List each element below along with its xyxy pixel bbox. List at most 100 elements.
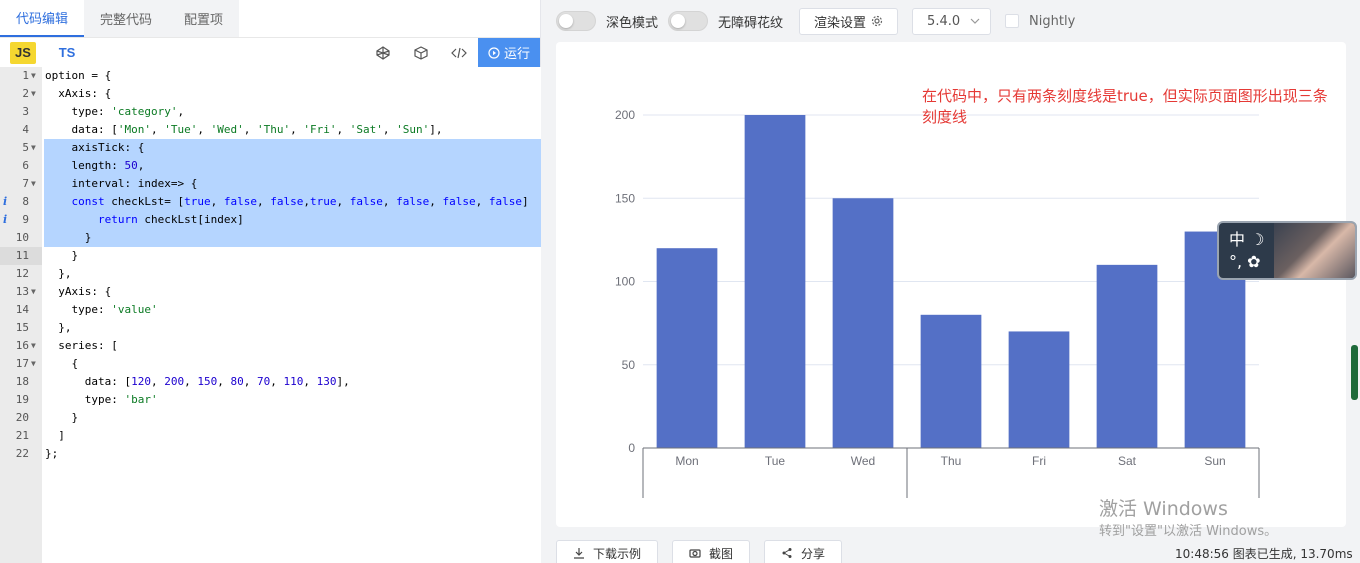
run-button[interactable]: 运行 — [478, 38, 540, 67]
preview-toolbar: 深色模式 无障碍花纹 渲染设置 5.4.0 Nightly — [542, 0, 1360, 42]
tab-options[interactable]: 配置项 — [168, 0, 240, 37]
share-label: 分享 — [801, 546, 826, 561]
share-button[interactable]: 分享 — [764, 540, 843, 563]
info-icon[interactable]: i — [3, 211, 7, 229]
code-text: }; — [45, 447, 59, 460]
code-text: } — [45, 231, 92, 244]
fold-arrow-icon[interactable]: ▼ — [31, 67, 36, 85]
watermark-line-1: 激活 Windows — [1099, 498, 1228, 520]
code-text: yAxis: { — [45, 285, 112, 298]
fold-arrow-icon[interactable]: ▼ — [31, 283, 36, 301]
code-text: option = { — [45, 69, 112, 82]
code-line[interactable]: 19 type: 'bar' — [0, 391, 541, 409]
code-line[interactable]: 6 length: 50, — [0, 157, 541, 175]
bar-tue — [744, 115, 806, 448]
code-line[interactable]: 13 ▼ yAxis: { — [0, 283, 541, 301]
code-text: }, — [45, 267, 72, 280]
ime-line-2: °, ✿ — [1229, 252, 1261, 271]
fold-arrow-icon[interactable]: ▼ — [31, 337, 36, 355]
watermark-line-2: 转到"设置"以激活 Windows。 — [1099, 524, 1278, 539]
line-number: 2 — [22, 87, 29, 100]
screenshot-button[interactable]: 截图 — [672, 540, 751, 563]
bar-fri — [1008, 331, 1070, 448]
chevron-down-icon — [970, 18, 980, 24]
code-line[interactable]: 12 }, — [0, 265, 541, 283]
code-line[interactable]: 17 ▼ { — [0, 355, 541, 373]
play-icon — [488, 46, 500, 59]
code-line[interactable]: 7 ▼ interval: index=> { — [0, 175, 541, 193]
code-line[interactable]: 8i const checkLst= [true, false, false,t… — [0, 193, 541, 211]
code-line[interactable]: 18 data: [120, 200, 150, 80, 70, 110, 13… — [0, 373, 541, 391]
info-icon[interactable]: i — [3, 193, 7, 211]
code-editor[interactable]: 1 ▼ option = {2 ▼ xAxis: {3 type: 'category… — [0, 67, 541, 563]
box-icon[interactable] — [402, 45, 440, 60]
code-line[interactable]: 15 }, — [0, 319, 541, 337]
line-number: 13 — [15, 285, 29, 298]
code-line[interactable]: 10 } — [0, 229, 541, 247]
screenshot-label: 截图 — [709, 546, 734, 561]
accessible-pattern-toggle[interactable] — [668, 11, 709, 31]
code-line[interactable]: 20 } — [0, 409, 541, 427]
code-line[interactable]: 5 ▼ axisTick: { — [0, 139, 541, 157]
code-text: type: 'category', — [45, 105, 185, 118]
code-text: xAxis: { — [45, 87, 112, 100]
code-line[interactable]: 3 type: 'category', — [0, 103, 541, 121]
code-text: series: [ — [45, 339, 118, 352]
line-number: 16 — [15, 339, 29, 352]
fold-arrow-icon[interactable]: ▼ — [31, 139, 36, 157]
tab-full-code[interactable]: 完整代码 — [84, 0, 169, 37]
code-line[interactable]: 4 data: ['Mon', 'Tue', 'Wed', 'Thu', 'Fr… — [0, 121, 541, 139]
ime-line-1: 中 ☽ — [1229, 230, 1265, 249]
code-text: { — [45, 357, 79, 370]
code-line[interactable]: 9i return checkLst[index] — [0, 211, 541, 229]
code-text: length: 50, — [45, 159, 145, 172]
version-select[interactable]: 5.4.0 — [912, 7, 992, 35]
bar-wed — [832, 198, 894, 448]
x-tick-label: Sun — [1204, 454, 1225, 468]
code-text: type: 'bar' — [45, 393, 158, 406]
fold-arrow-icon[interactable]: ▼ — [31, 175, 36, 193]
code-line[interactable]: 14 type: 'value' — [0, 301, 541, 319]
ime-widget[interactable]: 中 ☽ °, ✿ — [1217, 221, 1357, 280]
code-icon[interactable] — [440, 46, 478, 60]
lang-js-button[interactable]: JS — [10, 41, 36, 64]
line-number: 17 — [15, 357, 29, 370]
x-tick-label: Thu — [941, 454, 962, 468]
code-line[interactable]: 22}; — [0, 445, 541, 463]
dark-mode-toggle[interactable] — [556, 11, 596, 31]
line-number: 15 — [15, 321, 29, 334]
tab-code-edit[interactable]: 代码编辑 — [0, 0, 85, 37]
fold-arrow-icon[interactable]: ▼ — [31, 85, 36, 103]
codepen-icon[interactable] — [364, 45, 402, 60]
download-button[interactable]: 下载示例 — [556, 540, 659, 563]
code-text: data: [120, 200, 150, 80, 70, 110, 130], — [45, 375, 350, 388]
code-line[interactable]: 21 ] — [0, 427, 541, 445]
fold-arrow-icon[interactable]: ▼ — [31, 355, 36, 373]
editor-pane: 代码编辑 完整代码 配置项 JS TS 运行 1 ▼ option = {2 … — [0, 0, 541, 563]
code-line[interactable]: 16 ▼ series: [ — [0, 337, 541, 355]
line-number: 3 — [22, 105, 29, 118]
bar-thu — [920, 314, 982, 448]
line-number: 7 — [22, 177, 29, 190]
line-number: 14 — [15, 303, 29, 316]
line-number: 11 — [15, 249, 29, 262]
status-text: 10:48:56 图表已生成, 13.70ms — [1175, 547, 1353, 561]
code-line[interactable]: 11 } — [0, 247, 541, 265]
lang-ts-button[interactable]: TS — [54, 42, 80, 64]
code-line[interactable]: 1 ▼ option = { — [0, 67, 541, 85]
line-number: 6 — [22, 159, 29, 172]
bar-mon — [656, 248, 718, 448]
preview-pane: 深色模式 无障碍花纹 渲染设置 5.4.0 Nightly 0 50 100 150 2… — [542, 0, 1360, 563]
download-icon — [574, 548, 584, 559]
line-number: 19 — [15, 393, 29, 406]
code-text: return checkLst[index] — [97, 213, 244, 226]
code-text: } — [45, 411, 79, 424]
code-line[interactable]: 2 ▼ xAxis: { — [0, 85, 541, 103]
x-tick-label: Mon — [675, 454, 698, 468]
scrollbar-thumb[interactable] — [1351, 345, 1358, 400]
render-settings-button[interactable]: 渲染设置 — [799, 7, 899, 35]
line-number: 12 — [15, 267, 29, 280]
nightly-checkbox[interactable] — [1005, 14, 1020, 28]
y-tick-label: 0 — [628, 441, 635, 455]
avatar — [1274, 223, 1355, 278]
